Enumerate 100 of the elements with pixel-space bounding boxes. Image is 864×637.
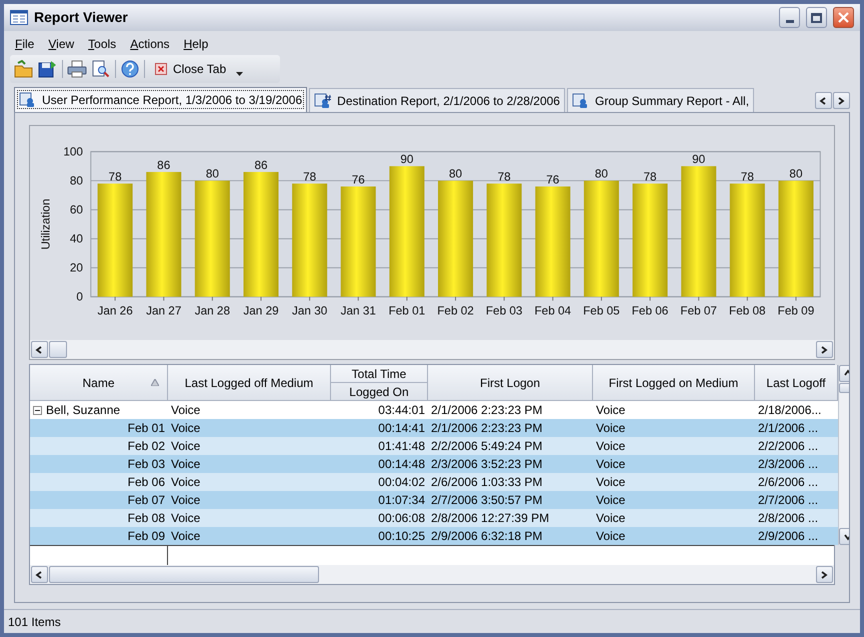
menu-item[interactable]: Tools bbox=[83, 35, 122, 53]
x-tick-label: Feb 08 bbox=[729, 304, 766, 318]
tab-scroll-right-button[interactable] bbox=[833, 92, 850, 109]
scroll-right-button[interactable] bbox=[816, 341, 833, 358]
x-tick-label: Feb 01 bbox=[388, 304, 426, 318]
grid-scrollbar[interactable] bbox=[30, 565, 834, 584]
close-button[interactable] bbox=[833, 7, 854, 28]
bar-value-label: 90 bbox=[692, 153, 706, 166]
table-row[interactable]: Feb 08 Voice 00:06:08 2/8/2006 12:27:39 PM Voice 2/8/2006 ... bbox=[30, 509, 838, 527]
chart-scrollbar[interactable] bbox=[30, 340, 834, 359]
column-title: Name bbox=[82, 374, 114, 392]
menu-item[interactable]: Actions bbox=[125, 35, 175, 53]
report-icon bbox=[314, 92, 332, 108]
y-tick-label: 80 bbox=[70, 174, 83, 188]
table-cell-text: 2/2/2006 5:49:24 PM bbox=[431, 438, 542, 455]
table-cell-text: 2/2/2006 ... bbox=[758, 438, 818, 455]
table-cell-text: 2/7/2006 ... bbox=[758, 492, 818, 509]
table-cell-text: Voice bbox=[596, 528, 626, 545]
app-icon bbox=[10, 10, 28, 25]
chevron-right-icon bbox=[820, 344, 830, 354]
open-folder-icon[interactable] bbox=[14, 60, 34, 78]
table-row[interactable]: Feb 06 Voice 00:04:02 2/6/2006 1:03:33 PM Voice 2/6/2006 ... bbox=[30, 473, 838, 491]
bar-value-label: 78 bbox=[303, 170, 316, 184]
x-tick-label: Feb 03 bbox=[486, 304, 522, 318]
menu-item[interactable]: View bbox=[43, 35, 80, 53]
table-cell-text: 2/8/2006 ... bbox=[758, 510, 818, 527]
close-tab-button[interactable]: Close Tab bbox=[149, 60, 232, 78]
table-cell-text: 2/7/2006 3:50:57 PM bbox=[431, 492, 542, 509]
table-cell-text: Voice bbox=[171, 420, 200, 437]
table-row[interactable]: Feb 09 Voice 00:10:25 2/9/2006 6:32:18 PM Voice 2/9/2006 ... bbox=[30, 527, 838, 545]
scroll-left-button[interactable] bbox=[31, 341, 48, 358]
scroll-thumb[interactable] bbox=[49, 341, 67, 358]
column-title: First Logon bbox=[480, 374, 540, 392]
x-tick-label: Jan 30 bbox=[292, 304, 328, 318]
help-icon[interactable] bbox=[120, 60, 140, 78]
table-cell-text: Voice bbox=[171, 456, 200, 473]
table-cell-text: 2/3/2006 3:52:23 PM bbox=[431, 456, 542, 473]
column-title: Last Logged off Medium bbox=[184, 374, 314, 392]
scroll-thumb[interactable] bbox=[49, 566, 319, 583]
table-cell-text: 03:44:01 bbox=[378, 402, 425, 419]
table-cell-text: 2/8/2006 12:27:39 PM bbox=[431, 510, 550, 527]
y-tick-label: 0 bbox=[76, 290, 83, 304]
minimize-button[interactable] bbox=[779, 7, 800, 28]
table-cell-text: Voice bbox=[171, 438, 200, 455]
table-cell-text: 2/1/2006 2:23:23 PM bbox=[431, 402, 542, 419]
x-tick-label: Jan 28 bbox=[194, 304, 230, 318]
print-preview-icon[interactable] bbox=[91, 60, 111, 78]
tab-label: Destination Report, 2/1/2006 to 2/28/2006 bbox=[337, 92, 560, 110]
chevron-left-icon bbox=[34, 344, 44, 354]
table-row[interactable]: Feb 03 Voice 00:14:48 2/3/2006 3:52:23 PM Voice 2/3/2006 ... bbox=[30, 455, 838, 473]
report-tab[interactable]: Destination Report, 2/1/2006 to 2/28/2006 bbox=[309, 88, 565, 112]
table-cell-text: Voice bbox=[596, 492, 626, 509]
close-icon bbox=[838, 12, 849, 23]
maximize-button[interactable] bbox=[806, 7, 827, 28]
x-tick-label: Jan 26 bbox=[97, 304, 133, 318]
x-tick-label: Jan 29 bbox=[243, 304, 279, 318]
x-tick-label: Feb 05 bbox=[583, 304, 620, 318]
menu-item[interactable]: Help bbox=[178, 35, 214, 53]
table-cell-text: 00:06:08 bbox=[378, 510, 425, 527]
report-tab[interactable]: Group Summary Report - All, bbox=[566, 88, 754, 112]
x-tick-label: Jan 31 bbox=[340, 304, 376, 318]
report-tab[interactable]: User Performance Report, 1/3/2006 to 3/19/2006 bbox=[14, 87, 308, 112]
table-row[interactable]: Bell, Suzanne Voice 03:44:01 2/1/2006 2:23:23 PM Voice 2/18/2006... bbox=[30, 401, 838, 419]
table-row[interactable]: Feb 01 Voice 00:14:41 2/1/2006 2:23:23 PM Voice 2/1/2006 ... bbox=[30, 419, 838, 437]
save-icon[interactable] bbox=[38, 60, 58, 78]
x-tick-label: Feb 07 bbox=[680, 304, 717, 318]
dropdown-caret-icon[interactable] bbox=[236, 72, 244, 76]
table-cell-text: Voice bbox=[596, 402, 626, 419]
table-cell-text: 2/9/2006 6:32:18 PM bbox=[431, 528, 542, 545]
table-cell-text: Feb 03 bbox=[128, 456, 165, 473]
scroll-left-button[interactable] bbox=[31, 566, 48, 583]
table-cell-text: 2/3/2006 ... bbox=[758, 456, 818, 473]
x-tick-label: Jan 27 bbox=[146, 304, 182, 318]
collapse-icon[interactable] bbox=[33, 406, 42, 414]
table-cell-text: 00:10:25 bbox=[378, 528, 425, 545]
tab-scroll-left-button[interactable] bbox=[815, 92, 832, 109]
bar-value-label: 80 bbox=[206, 168, 219, 181]
table-cell-text: 00:14:48 bbox=[378, 456, 425, 473]
status-text: 101 Items bbox=[8, 614, 61, 630]
y-axis-title: Utilization bbox=[40, 198, 53, 250]
y-tick-label: 60 bbox=[70, 204, 83, 217]
column-subtitle: Logged On bbox=[349, 384, 409, 400]
table-row[interactable]: Feb 02 Voice 01:41:48 2/2/2006 5:49:24 PM Voice 2/2/2006 ... bbox=[30, 437, 838, 455]
x-tick-label: Feb 04 bbox=[534, 304, 572, 318]
table-cell-text: Voice bbox=[171, 474, 200, 491]
bar-value-label: 76 bbox=[352, 174, 365, 187]
menu-item[interactable]: File bbox=[10, 35, 40, 53]
table-cell-text: 00:14:41 bbox=[378, 420, 425, 437]
table-cell-text: Voice bbox=[171, 402, 200, 419]
table-cell-text: Feb 01 bbox=[128, 420, 165, 437]
printer-icon[interactable] bbox=[67, 60, 87, 78]
table-cell-text: Voice bbox=[596, 438, 626, 455]
table-cell-text: Feb 09 bbox=[128, 528, 165, 545]
chevron-right-icon bbox=[820, 570, 830, 580]
table-row[interactable]: Feb 07 Voice 01:07:34 2/7/2006 3:50:57 PM Voice 2/7/2006 ... bbox=[30, 491, 838, 509]
chevron-right-icon bbox=[836, 96, 846, 106]
scroll-right-button[interactable] bbox=[816, 566, 833, 583]
bar-value-label: 86 bbox=[254, 159, 268, 172]
table-cell-text: 00:04:02 bbox=[378, 474, 425, 491]
table-cell-text: Feb 08 bbox=[128, 510, 165, 527]
